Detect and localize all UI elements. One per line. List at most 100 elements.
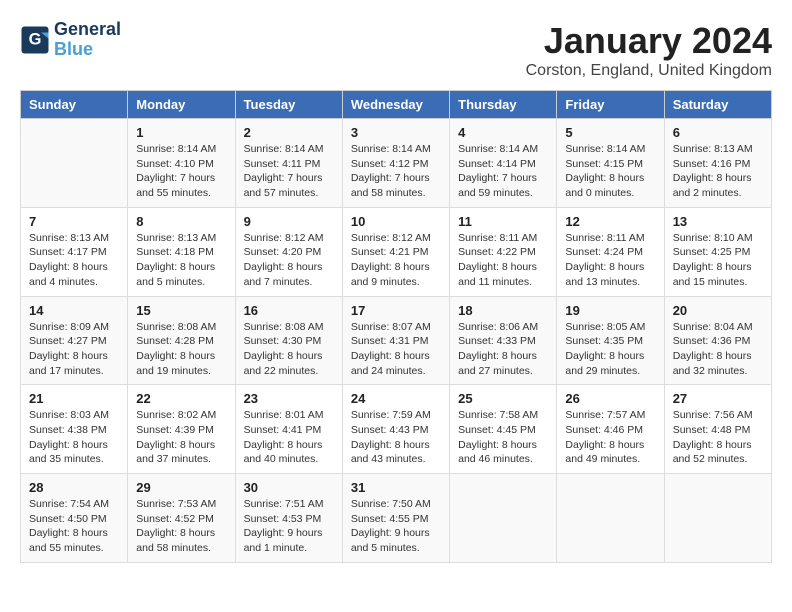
day-info: Sunrise: 8:07 AM Sunset: 4:31 PM Dayligh… [351,320,441,379]
day-info: Sunrise: 8:02 AM Sunset: 4:39 PM Dayligh… [136,408,226,467]
week-row-1: 7Sunrise: 8:13 AM Sunset: 4:17 PM Daylig… [21,207,772,296]
day-info: Sunrise: 7:58 AM Sunset: 4:45 PM Dayligh… [458,408,548,467]
day-info: Sunrise: 8:04 AM Sunset: 4:36 PM Dayligh… [673,320,763,379]
day-info: Sunrise: 8:08 AM Sunset: 4:30 PM Dayligh… [244,320,334,379]
calendar-cell [450,474,557,563]
calendar-cell: 3 Sunrise: 8:14 AM Sunset: 4:12 PM Daylig… [342,119,449,208]
day-number: 28 [29,480,119,495]
day-info: Sunrise: 8:03 AM Sunset: 4:38 PM Dayligh… [29,408,119,467]
day-number: 22 [136,391,226,406]
weekday-header-saturday: Saturday [664,91,771,119]
day-number: 17 [351,303,441,318]
day-number: 2 [244,125,334,140]
calendar-cell: 14 Sunrise: 8:09 AM Sunset: 4:27 PM Dayli… [21,296,128,385]
logo-text: General Blue [54,20,121,60]
calendar-body: 1 Sunrise: 8:14 AM Sunset: 4:10 PM Daylig… [21,119,772,563]
svg-text:G: G [29,30,42,48]
month-title: January 2024 [526,20,772,62]
calendar-cell: 4 Sunrise: 8:14 AM Sunset: 4:14 PM Daylig… [450,119,557,208]
day-info: Sunrise: 8:09 AM Sunset: 4:27 PM Dayligh… [29,320,119,379]
day-info: Sunrise: 8:14 AM Sunset: 4:15 PM Dayligh… [565,142,655,201]
calendar-cell: 8Sunrise: 8:13 AM Sunset: 4:18 PM Daylig… [128,207,235,296]
calendar-cell: 28 Sunrise: 7:54 AM Sunset: 4:50 PM Dayli… [21,474,128,563]
day-info: Sunrise: 8:11 AM Sunset: 4:22 PM Dayligh… [458,231,548,290]
day-info: Sunrise: 8:14 AM Sunset: 4:11 PM Dayligh… [244,142,334,201]
day-number: 26 [565,391,655,406]
day-info: Sunrise: 8:12 AM Sunset: 4:20 PM Dayligh… [244,231,334,290]
day-info: Sunrise: 8:05 AM Sunset: 4:35 PM Dayligh… [565,320,655,379]
calendar-cell: 5 Sunrise: 8:14 AM Sunset: 4:15 PM Daylig… [557,119,664,208]
day-number: 16 [244,303,334,318]
calendar-cell: 11Sunrise: 8:11 AM Sunset: 4:22 PM Dayli… [450,207,557,296]
day-info: Sunrise: 7:53 AM Sunset: 4:52 PM Dayligh… [136,497,226,556]
day-number: 24 [351,391,441,406]
day-info: Sunrise: 8:14 AM Sunset: 4:10 PM Dayligh… [136,142,226,201]
day-number: 13 [673,214,763,229]
day-info: Sunrise: 8:14 AM Sunset: 4:14 PM Dayligh… [458,142,548,201]
weekday-header-thursday: Thursday [450,91,557,119]
day-number: 21 [29,391,119,406]
calendar-cell: 23Sunrise: 8:01 AM Sunset: 4:41 PM Dayli… [235,385,342,474]
week-row-4: 28 Sunrise: 7:54 AM Sunset: 4:50 PM Dayli… [21,474,772,563]
calendar-cell: 24 Sunrise: 7:59 AM Sunset: 4:43 PM Dayli… [342,385,449,474]
calendar-cell [664,474,771,563]
day-number: 23 [244,391,334,406]
calendar-cell: 29Sunrise: 7:53 AM Sunset: 4:52 PM Dayli… [128,474,235,563]
title-block: January 2024 Corston, England, United Ki… [526,20,772,80]
weekday-header-tuesday: Tuesday [235,91,342,119]
day-info: Sunrise: 7:59 AM Sunset: 4:43 PM Dayligh… [351,408,441,467]
day-info: Sunrise: 8:10 AM Sunset: 4:25 PM Dayligh… [673,231,763,290]
day-number: 18 [458,303,548,318]
day-info: Sunrise: 8:06 AM Sunset: 4:33 PM Dayligh… [458,320,548,379]
day-number: 27 [673,391,763,406]
page-header: G General Blue January 2024 Corston, Eng… [20,20,772,80]
calendar-cell [21,119,128,208]
day-number: 3 [351,125,441,140]
day-info: Sunrise: 7:56 AM Sunset: 4:48 PM Dayligh… [673,408,763,467]
week-row-0: 1 Sunrise: 8:14 AM Sunset: 4:10 PM Daylig… [21,119,772,208]
calendar-cell: 19 Sunrise: 8:05 AM Sunset: 4:35 PM Dayli… [557,296,664,385]
day-info: Sunrise: 8:11 AM Sunset: 4:24 PM Dayligh… [565,231,655,290]
calendar-cell: 16 Sunrise: 8:08 AM Sunset: 4:30 PM Dayli… [235,296,342,385]
weekday-header-sunday: Sunday [21,91,128,119]
day-info: Sunrise: 8:13 AM Sunset: 4:18 PM Dayligh… [136,231,226,290]
day-number: 14 [29,303,119,318]
calendar-cell: 10 Sunrise: 8:12 AM Sunset: 4:21 PM Dayli… [342,207,449,296]
day-number: 5 [565,125,655,140]
logo-icon: G [20,25,50,55]
day-info: Sunrise: 8:14 AM Sunset: 4:12 PM Dayligh… [351,142,441,201]
day-info: Sunrise: 7:54 AM Sunset: 4:50 PM Dayligh… [29,497,119,556]
day-number: 4 [458,125,548,140]
calendar-cell: 2 Sunrise: 8:14 AM Sunset: 4:11 PM Daylig… [235,119,342,208]
calendar-cell: 7Sunrise: 8:13 AM Sunset: 4:17 PM Daylig… [21,207,128,296]
day-number: 19 [565,303,655,318]
day-number: 31 [351,480,441,495]
day-number: 6 [673,125,763,140]
day-number: 15 [136,303,226,318]
calendar-cell: 15 Sunrise: 8:08 AM Sunset: 4:28 PM Dayli… [128,296,235,385]
day-info: Sunrise: 7:50 AM Sunset: 4:55 PM Dayligh… [351,497,441,556]
day-number: 20 [673,303,763,318]
day-number: 10 [351,214,441,229]
calendar-cell: 12Sunrise: 8:11 AM Sunset: 4:24 PM Dayli… [557,207,664,296]
calendar-cell [557,474,664,563]
calendar-cell: 22 Sunrise: 8:02 AM Sunset: 4:39 PM Dayli… [128,385,235,474]
day-number: 7 [29,214,119,229]
logo: G General Blue [20,20,121,60]
weekday-header-friday: Friday [557,91,664,119]
calendar-cell: 26 Sunrise: 7:57 AM Sunset: 4:46 PM Dayli… [557,385,664,474]
day-info: Sunrise: 7:57 AM Sunset: 4:46 PM Dayligh… [565,408,655,467]
calendar-table: SundayMondayTuesdayWednesdayThursdayFrid… [20,90,772,563]
week-row-3: 21 Sunrise: 8:03 AM Sunset: 4:38 PM Dayli… [21,385,772,474]
calendar-cell: 6 Sunrise: 8:13 AM Sunset: 4:16 PM Daylig… [664,119,771,208]
day-info: Sunrise: 8:13 AM Sunset: 4:16 PM Dayligh… [673,142,763,201]
calendar-cell: 30Sunrise: 7:51 AM Sunset: 4:53 PM Dayli… [235,474,342,563]
weekday-header-wednesday: Wednesday [342,91,449,119]
day-number: 25 [458,391,548,406]
day-info: Sunrise: 8:08 AM Sunset: 4:28 PM Dayligh… [136,320,226,379]
calendar-cell: 17 Sunrise: 8:07 AM Sunset: 4:31 PM Dayli… [342,296,449,385]
location: Corston, England, United Kingdom [526,62,772,80]
weekday-header-row: SundayMondayTuesdayWednesdayThursdayFrid… [21,91,772,119]
day-info: Sunrise: 8:12 AM Sunset: 4:21 PM Dayligh… [351,231,441,290]
day-number: 1 [136,125,226,140]
